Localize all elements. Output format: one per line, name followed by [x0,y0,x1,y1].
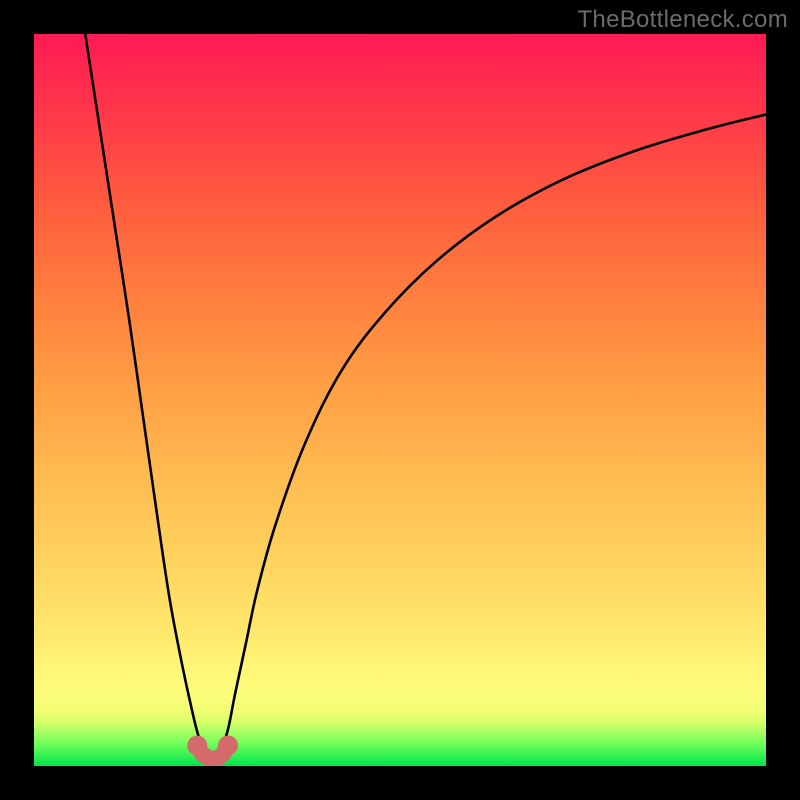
chart-frame: TheBottleneck.com [0,0,800,800]
curve-right-branch [221,115,766,752]
valley-end-dot [187,736,207,756]
chart-svg [34,34,766,766]
curve-left-branch [85,34,206,751]
watermark-text: TheBottleneck.com [577,6,788,34]
valley-end-dot [218,736,238,756]
valley-marker [187,736,238,759]
plot-area [34,34,766,766]
